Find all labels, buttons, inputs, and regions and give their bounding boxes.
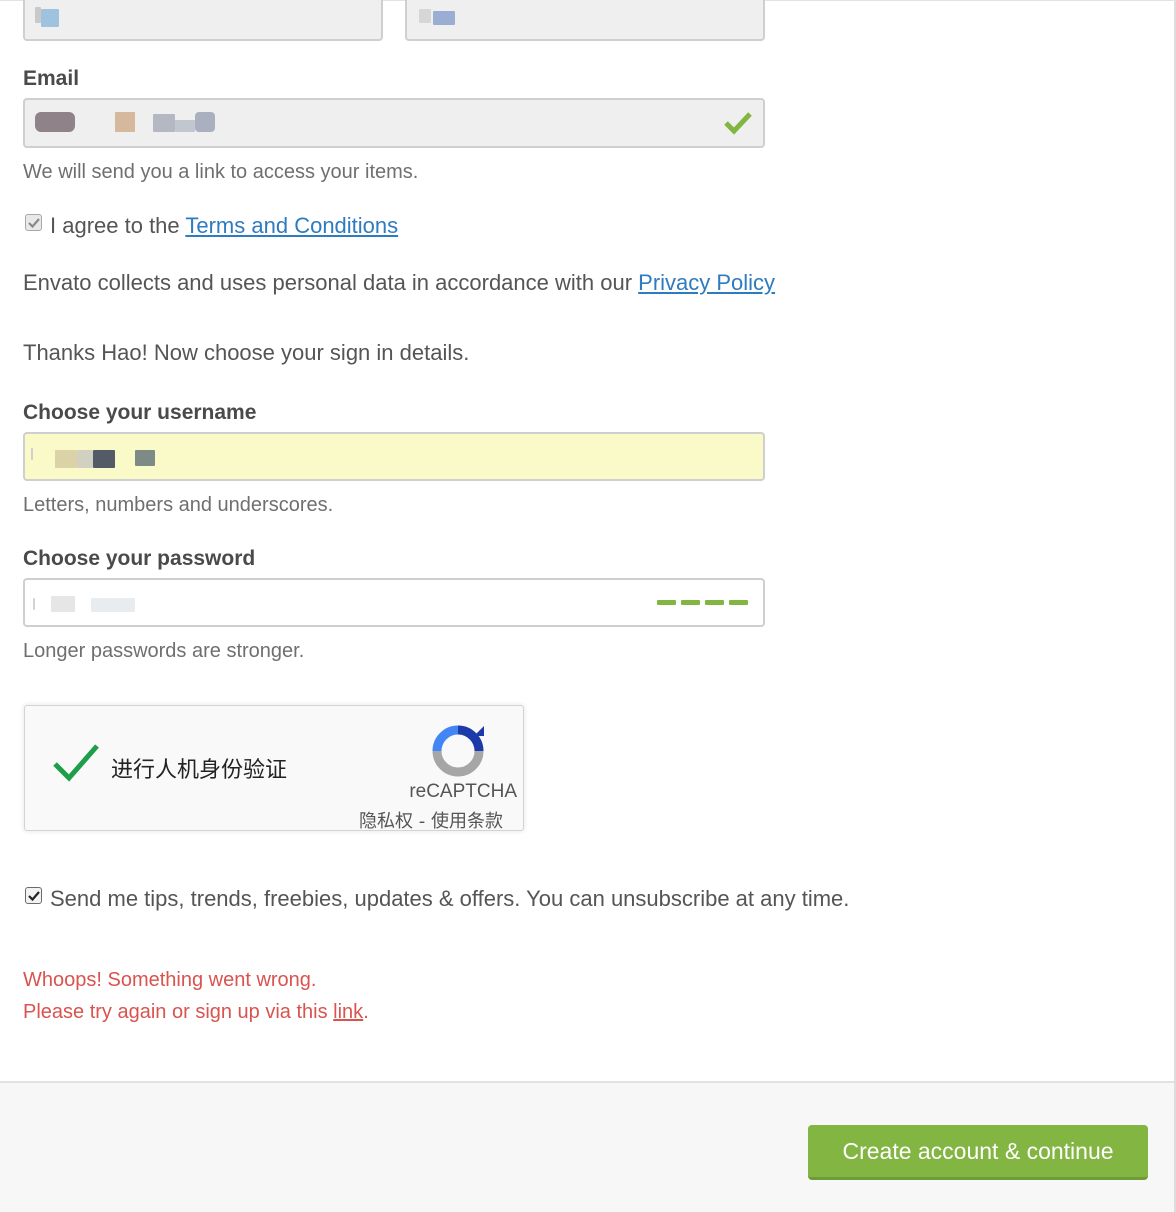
- password-field[interactable]: [23, 578, 765, 627]
- username-label: Choose your username: [23, 401, 257, 424]
- newsletter-checkbox[interactable]: [25, 887, 42, 904]
- first-name-field[interactable]: [23, 0, 383, 41]
- username-help-text: Letters, numbers and underscores.: [23, 494, 334, 516]
- terms-prefix: I agree to the: [50, 213, 186, 238]
- redacted-value: [51, 596, 75, 612]
- error-message-title: Whoops! Something went wrong.: [23, 969, 317, 991]
- error-detail-suffix: .: [363, 1001, 369, 1023]
- email-help-text: We will send you a link to access your i…: [23, 161, 419, 183]
- checkmark-icon: [28, 891, 40, 902]
- redacted-value: [175, 120, 195, 132]
- checkmark-icon[interactable]: [51, 742, 101, 784]
- redacted-value: [31, 448, 33, 460]
- signup-form: Email We will send you a link to access …: [0, 0, 1176, 1212]
- privacy-policy-link[interactable]: Privacy Policy: [638, 270, 775, 295]
- strength-bar: [705, 600, 724, 605]
- recaptcha-brand: reCAPTCHA: [409, 781, 517, 802]
- password-label: Choose your password: [23, 547, 256, 570]
- newsletter-label: Send me tips, trends, freebies, updates …: [50, 886, 850, 911]
- redacted-value: [115, 112, 135, 132]
- error-message-detail: Please try again or sign up via this lin…: [23, 1001, 369, 1024]
- redacted-value: [91, 598, 135, 612]
- recaptcha-widget: 进行人机身份验证 reCAPTCHA 隐私权 - 使用条款: [24, 705, 524, 833]
- terms-checkbox[interactable]: [25, 214, 42, 231]
- sign-in-intro: Thanks Hao! Now choose your sign in deta…: [23, 340, 470, 365]
- redacted-value: [93, 450, 115, 468]
- redacted-value: [55, 450, 77, 468]
- terms-text: I agree to the Terms and Conditions: [50, 213, 398, 239]
- sign-up-link[interactable]: link: [333, 1001, 363, 1023]
- redacted-value: [153, 114, 175, 132]
- redacted-value: [33, 598, 35, 610]
- email-field[interactable]: [23, 98, 765, 148]
- redacted-value: [35, 112, 75, 132]
- create-account-button[interactable]: Create account & continue: [808, 1125, 1148, 1180]
- strength-bar: [657, 600, 676, 605]
- redacted-value: [419, 9, 431, 23]
- recaptcha-links[interactable]: 隐私权 - 使用条款: [359, 807, 503, 833]
- error-detail-prefix: Please try again or sign up via this: [23, 1001, 334, 1023]
- checkmark-icon: [28, 218, 40, 229]
- recaptcha-logo-icon: [432, 725, 484, 777]
- recaptcha-label: 进行人机身份验证: [111, 758, 288, 783]
- strength-bar: [729, 600, 748, 605]
- terms-link[interactable]: Terms and Conditions: [185, 213, 398, 238]
- redacted-value: [135, 450, 155, 466]
- form-footer: Create account & continue: [0, 1081, 1174, 1212]
- email-label: Email: [23, 67, 80, 90]
- redacted-value: [433, 11, 455, 25]
- redacted-value: [195, 112, 215, 132]
- checkmark-icon: [724, 112, 752, 135]
- privacy-prefix: Envato collects and uses personal data i…: [23, 270, 639, 295]
- username-field[interactable]: [23, 432, 765, 481]
- redacted-value: [77, 450, 93, 468]
- privacy-text: Envato collects and uses personal data i…: [23, 270, 775, 296]
- last-name-field[interactable]: [405, 0, 765, 41]
- password-strength-meter: [657, 600, 748, 605]
- password-help-text: Longer passwords are stronger.: [23, 640, 305, 662]
- strength-bar: [681, 600, 700, 605]
- redacted-value: [41, 9, 59, 27]
